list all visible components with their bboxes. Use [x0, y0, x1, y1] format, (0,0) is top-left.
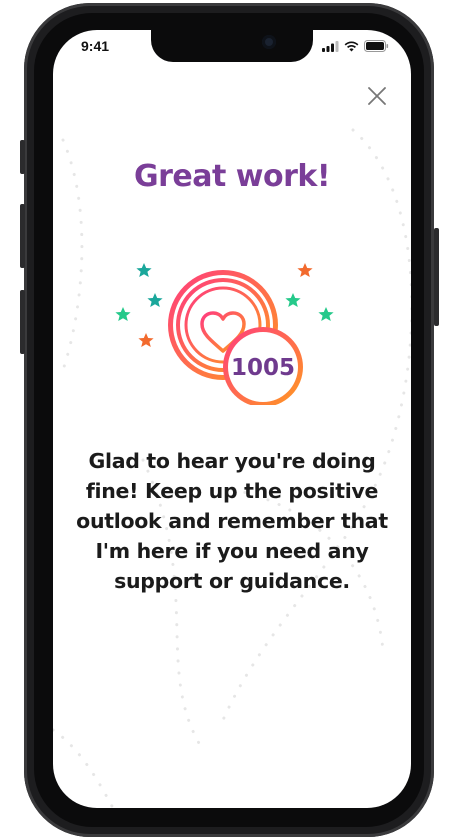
star-icon	[318, 307, 334, 321]
star-icon	[297, 263, 313, 277]
reward-medal: 1005	[115, 263, 334, 405]
wifi-icon	[344, 40, 359, 51]
points-value: 1005	[231, 355, 295, 381]
star-icon	[147, 293, 163, 307]
star-icon	[115, 307, 131, 321]
star-icon	[138, 333, 154, 347]
star-icon	[285, 293, 301, 307]
close-icon	[368, 87, 386, 105]
camera-icon	[262, 35, 276, 49]
status-icons	[322, 40, 389, 52]
close-button[interactable]	[365, 84, 389, 108]
mute-switch	[20, 140, 25, 174]
volume-down-button	[20, 290, 25, 354]
status-time: 9:41	[81, 38, 110, 54]
star-icon	[136, 263, 152, 277]
dotted-background	[53, 128, 411, 808]
phone-screen: 9:41 Great work! 1005 Glad to hear you'r…	[53, 30, 411, 808]
volume-up-button	[20, 204, 25, 268]
dialog-title: Great work!	[133, 159, 331, 194]
dialog-message: Glad to hear you're doing fine! Keep up …	[76, 449, 388, 593]
power-button	[434, 228, 439, 326]
signal-icon	[322, 40, 339, 52]
stage: 9:41 Great work! 1005 Glad to hear you'r…	[0, 0, 459, 840]
battery-icon	[364, 40, 389, 52]
notch	[151, 30, 313, 62]
